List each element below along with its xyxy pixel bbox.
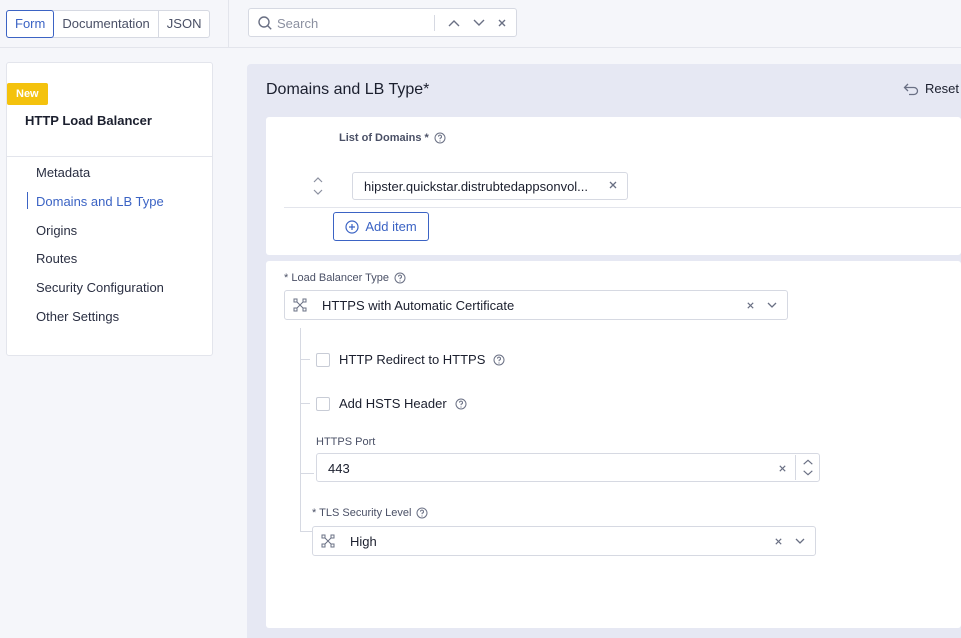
help-icon[interactable]	[416, 507, 428, 519]
number-stepper-icon[interactable]	[795, 455, 820, 480]
load-balancer-type-label: * Load Balancer Type	[284, 272, 406, 284]
add-item-button[interactable]: Add item	[333, 212, 429, 241]
tls-security-level-value: High	[350, 534, 377, 549]
https-port-input[interactable]	[328, 459, 628, 477]
tab-documentation[interactable]: Documentation	[54, 11, 159, 37]
tls-security-level-label-text: * TLS Security Level	[312, 507, 412, 519]
http-redirect-row: HTTP Redirect to HTTPS	[316, 352, 505, 367]
help-icon[interactable]	[394, 272, 406, 284]
help-icon[interactable]	[455, 398, 467, 410]
sidebar-item-other-settings[interactable]: Other Settings	[25, 307, 164, 336]
undo-icon	[903, 83, 919, 95]
list-of-domains-label: List of Domains *	[339, 132, 446, 144]
domains-section-panel: Domains and LB Type* Reset List of Domai…	[247, 64, 961, 638]
search-divider	[434, 15, 435, 31]
choice-icon	[321, 534, 335, 548]
clear-icon[interactable]	[746, 301, 755, 310]
chevron-down-icon[interactable]	[767, 302, 777, 309]
choice-icon	[293, 298, 307, 312]
topbar-divider	[228, 0, 229, 48]
search-clear-button[interactable]	[493, 14, 511, 32]
http-redirect-label: HTTP Redirect to HTTPS	[339, 352, 486, 367]
section-title: Domains and LB Type*	[266, 81, 429, 99]
lb-type-card: * Load Balancer Type HTTPS with Automati…	[266, 261, 961, 628]
sidebar-item-origins[interactable]: Origins	[25, 221, 164, 250]
search-box	[248, 8, 517, 37]
tab-json[interactable]: JSON	[159, 11, 210, 37]
hsts-label: Add HSTS Header	[339, 396, 447, 411]
help-icon[interactable]	[493, 354, 505, 366]
chevron-up-icon	[448, 20, 460, 27]
https-port-field	[316, 453, 820, 482]
reset-button[interactable]: Reset	[903, 81, 959, 96]
tls-security-level-label: * TLS Security Level	[312, 507, 428, 519]
domain-chip-text: hipster.quickstar.distrubtedappsonvol...	[364, 178, 589, 194]
http-redirect-checkbox[interactable]	[316, 352, 330, 367]
load-balancer-type-value: HTTPS with Automatic Certificate	[322, 298, 515, 313]
tree-branch	[300, 403, 310, 404]
tree-branch	[300, 531, 312, 532]
domain-chip[interactable]: hipster.quickstar.distrubtedappsonvol...	[352, 172, 628, 200]
sidebar-item-metadata[interactable]: Metadata	[25, 163, 164, 192]
sidebar-item-security-configuration[interactable]: Security Configuration	[25, 278, 164, 307]
sidebar-divider	[7, 156, 212, 157]
close-icon	[498, 19, 506, 27]
search-icon	[258, 16, 272, 30]
top-bar: Form Documentation JSON	[0, 0, 961, 48]
tree-branch	[300, 473, 314, 474]
section-title-text: Domains and LB Type	[266, 81, 424, 98]
chevron-down-icon	[473, 19, 485, 26]
help-icon[interactable]	[434, 132, 446, 144]
reset-label: Reset	[925, 81, 959, 96]
search-prev-button[interactable]	[445, 14, 463, 32]
new-badge: New	[7, 83, 48, 105]
sidebar-nav: Metadata Domains and LB Type Origins Rou…	[25, 163, 164, 336]
sidebar-item-domains-and-lb-type[interactable]: Domains and LB Type	[25, 191, 164, 221]
sidebar: New HTTP Load Balancer Metadata Domains …	[6, 62, 213, 356]
list-of-domains-label-text: List of Domains *	[339, 132, 429, 144]
reorder-handle-icon[interactable]	[312, 175, 324, 197]
required-mark: *	[423, 81, 430, 98]
domains-card: List of Domains * hipster.quickstar.dist…	[266, 117, 961, 255]
search-next-button[interactable]	[470, 14, 488, 32]
view-tabs: Form Documentation JSON	[6, 10, 211, 38]
hsts-checkbox[interactable]	[316, 396, 330, 411]
hsts-row: Add HSTS Header	[316, 396, 467, 411]
tree-branch	[300, 359, 310, 360]
chevron-down-icon[interactable]	[795, 538, 805, 545]
clear-icon[interactable]	[778, 464, 787, 473]
plus-circle-icon	[345, 219, 359, 234]
sidebar-item-routes[interactable]: Routes	[25, 249, 164, 278]
tls-security-level-select[interactable]: High	[312, 526, 816, 556]
https-port-label: HTTPS Port	[316, 436, 376, 448]
load-balancer-type-label-text: * Load Balancer Type	[284, 272, 389, 284]
load-balancer-type-select[interactable]: HTTPS with Automatic Certificate	[284, 290, 788, 320]
add-item-label: Add item	[365, 219, 417, 234]
tab-form[interactable]: Form	[6, 10, 55, 38]
remove-domain-icon[interactable]	[608, 180, 618, 190]
sidebar-title: HTTP Load Balancer	[25, 113, 152, 128]
search-input[interactable]	[277, 13, 427, 33]
clear-icon[interactable]	[774, 537, 783, 546]
domain-row-divider	[284, 207, 961, 208]
